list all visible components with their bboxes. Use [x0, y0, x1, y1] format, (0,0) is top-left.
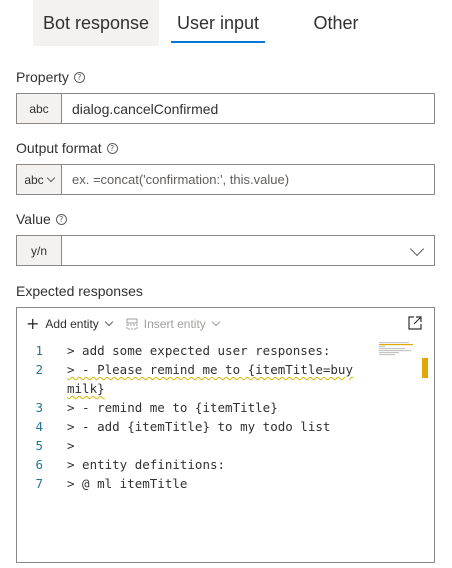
line-number: 1	[35, 343, 43, 358]
expected-responses-editor[interactable]: + Add entity Insert entity 1 > add some …	[16, 307, 435, 563]
line-number: 3	[35, 400, 43, 415]
tab-user-input[interactable]: User input	[159, 0, 277, 46]
tab-bot-response[interactable]: Bot response	[33, 0, 159, 46]
info-icon[interactable]: ?	[106, 142, 118, 154]
line-number: 5	[35, 438, 43, 453]
info-icon[interactable]: ?	[73, 71, 85, 83]
code-line: 3 > - remind me to {itemTitle}	[17, 398, 277, 417]
value-label-text: Value	[16, 211, 51, 227]
property-input[interactable]: dialog.cancelConfirmed	[62, 94, 434, 123]
output-format-label-text: Output format	[16, 140, 102, 156]
code-line: milk}	[17, 379, 105, 398]
code-line: 2 > - Please remind me to {itemTitle=buy	[17, 360, 353, 379]
type-prefix: y/n	[17, 236, 62, 265]
line-number: 4	[35, 419, 43, 434]
tab-other[interactable]: Other	[277, 0, 395, 46]
add-entity-label: Add entity	[45, 317, 99, 331]
line-text: > - Please remind me to {itemTitle=buy	[67, 362, 353, 377]
line-number: 7	[35, 476, 43, 491]
warning-scroll-marker	[422, 358, 428, 378]
line-text: > - remind me to {itemTitle}	[67, 400, 278, 415]
output-format-field[interactable]: abc ex. =concat('confirmation:', this.va…	[16, 164, 435, 195]
property-label: Property ?	[16, 69, 85, 85]
line-number: 2	[35, 362, 43, 377]
plus-icon: +	[26, 314, 40, 333]
line-text: > add some expected user responses:	[67, 343, 331, 358]
output-format-label: Output format ?	[16, 140, 118, 156]
code-line: 1 > add some expected user responses:	[17, 341, 330, 360]
line-text: > entity definitions:	[67, 457, 226, 472]
tab-bar: Bot response User input Other	[33, 0, 395, 46]
line-number: 6	[35, 457, 43, 472]
type-prefix: abc	[24, 172, 44, 187]
property-field[interactable]: abc dialog.cancelConfirmed	[16, 93, 435, 124]
value-select[interactable]	[62, 236, 434, 265]
type-prefix: abc	[17, 94, 62, 123]
value-dropdown[interactable]: y/n	[16, 235, 435, 266]
popout-icon[interactable]	[408, 316, 422, 330]
output-format-placeholder: ex. =concat('confirmation:', this.value)	[72, 172, 290, 187]
info-icon[interactable]: ?	[55, 213, 67, 225]
line-text: >	[67, 438, 75, 453]
code-line: 5 >	[17, 436, 74, 455]
code-line: 6 > entity definitions:	[17, 455, 225, 474]
type-selector[interactable]: abc	[17, 165, 62, 194]
expected-responses-label: Expected responses	[16, 283, 143, 299]
code-area[interactable]: 1 > add some expected user responses: 2 …	[17, 340, 434, 562]
line-text: milk}	[67, 381, 105, 396]
line-text: > - add {itemTitle} to my todo list	[67, 419, 331, 434]
chevron-down-icon	[46, 173, 55, 182]
code-line: 7 > @ ml itemTitle	[17, 474, 187, 493]
chevron-down-icon	[211, 317, 221, 327]
output-format-input[interactable]: ex. =concat('confirmation:', this.value)	[62, 165, 434, 194]
line-text: > @ ml itemTitle	[67, 476, 188, 491]
expected-responses-label-text: Expected responses	[16, 283, 143, 299]
add-entity-button[interactable]: + Add entity	[26, 314, 114, 333]
insert-entity-button[interactable]: Insert entity	[126, 317, 221, 331]
insert-entity-icon	[126, 318, 138, 330]
insert-entity-label: Insert entity	[143, 317, 206, 331]
value-label: Value ?	[16, 211, 67, 227]
editor-toolbar: + Add entity Insert entity	[17, 308, 434, 340]
property-label-text: Property	[16, 69, 69, 85]
code-line: 4 > - add {itemTitle} to my todo list	[17, 417, 330, 436]
minimap[interactable]	[379, 342, 417, 356]
chevron-down-icon	[104, 317, 114, 327]
